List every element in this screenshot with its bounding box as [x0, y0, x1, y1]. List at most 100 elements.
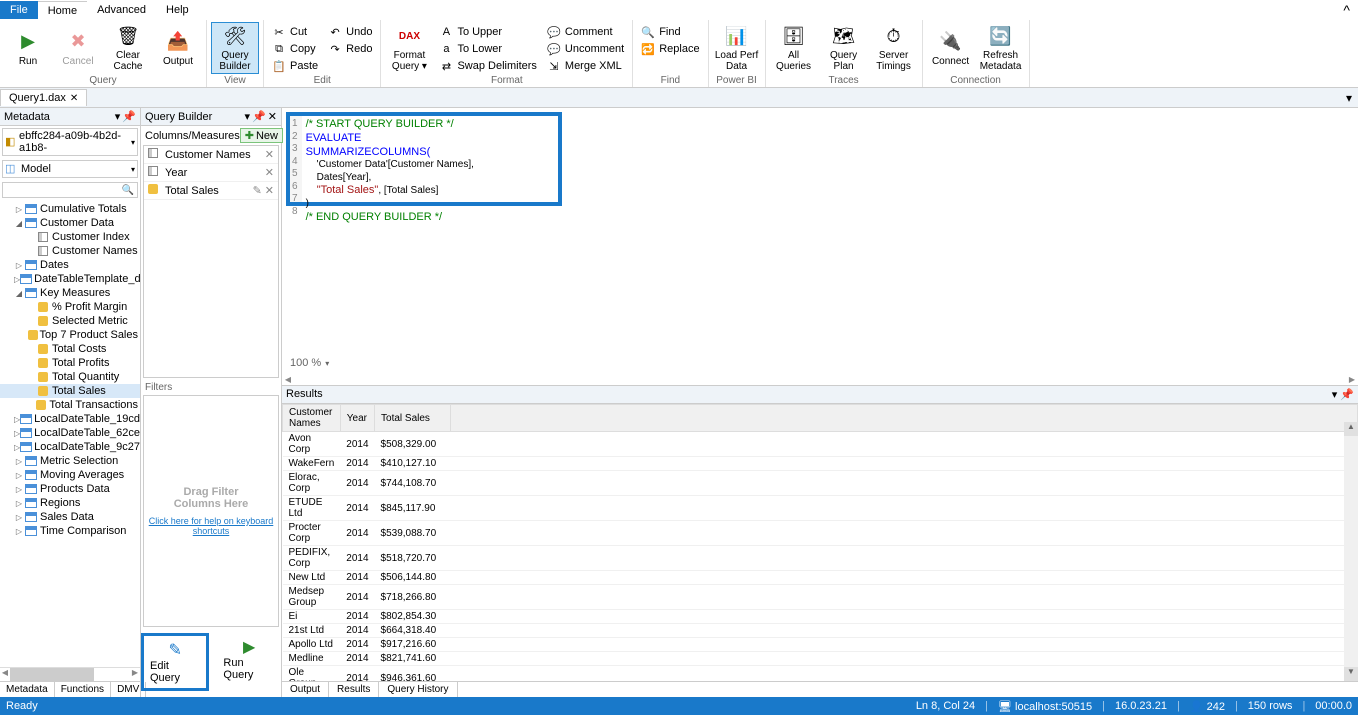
tree-col[interactable]: Customer Names [0, 244, 140, 258]
paste-button[interactable]: 📋Paste [268, 58, 322, 74]
tree-table[interactable]: ▷DateTableTemplate_d095fb [0, 272, 140, 286]
redo-button[interactable]: ↷Redo [324, 41, 376, 57]
find-button[interactable]: 🔍Find [637, 24, 703, 40]
tree-table[interactable]: ▷Moving Averages [0, 468, 140, 482]
run-button[interactable]: ▶Run [4, 22, 52, 74]
table-row[interactable]: Procter Corp2014$539,088.70 [283, 521, 1358, 546]
all-queries-button[interactable]: 🗄All Queries [770, 22, 818, 74]
to-upper-button[interactable]: ATo Upper [435, 24, 540, 40]
new-document-icon[interactable]: ▾ [1340, 91, 1358, 105]
database-selector[interactable]: ◧ ebffc284-a09b-4b2d-a1b8-▾ [2, 128, 138, 156]
menu-file[interactable]: File [0, 1, 38, 19]
table-row[interactable]: PEDIFIX, Corp2014$518,720.70 [283, 546, 1358, 571]
new-measure-button[interactable]: ✚New [240, 128, 283, 143]
pin2-icon[interactable]: 📌 [122, 110, 136, 123]
edit-query-button[interactable]: ✎ Edit Query [141, 633, 209, 691]
copy-button[interactable]: ⧉Copy [268, 41, 322, 57]
results-tab[interactable]: Query History [379, 682, 457, 697]
tree-measure[interactable]: Total Profits [0, 356, 140, 370]
tree-col[interactable]: Customer Index [0, 230, 140, 244]
comment-button[interactable]: 💬Comment [543, 24, 628, 40]
results-tab[interactable]: Output [282, 682, 329, 697]
chevron-down-icon[interactable]: ▾ [325, 359, 329, 368]
close-icon[interactable]: ✕ [268, 110, 277, 123]
tree-measure[interactable]: Total Transactions [0, 398, 140, 412]
metadata-hscroll[interactable]: ◀ ▶ [0, 667, 140, 681]
table-row[interactable]: Medsep Group2014$718,266.80 [283, 585, 1358, 610]
qb-item[interactable]: Year✕ [144, 164, 278, 182]
table-row[interactable]: WakeFern2014$410,127.10 [283, 457, 1358, 471]
filters-dropzone[interactable]: Drag Filter Columns Here Click here for … [143, 395, 279, 628]
table-row[interactable]: Elorac, Corp2014$744,108.70 [283, 471, 1358, 496]
tree-table[interactable]: ◢Key Measures [0, 286, 140, 300]
tree-measure[interactable]: Total Sales [0, 384, 140, 398]
connect-button[interactable]: 🔌Connect [927, 22, 975, 74]
menu-help[interactable]: Help [156, 1, 199, 19]
server-timings-button[interactable]: ⏱Server Timings [870, 22, 918, 74]
results-vscroll[interactable]: ▲ ▼ [1344, 422, 1358, 681]
to-lower-button[interactable]: aTo Lower [435, 41, 540, 57]
tree-table[interactable]: ▷Regions [0, 496, 140, 510]
ribbon-collapse-icon[interactable]: ^ [1335, 2, 1358, 18]
tree-table[interactable]: ▷LocalDateTable_19cdc2e1- [0, 412, 140, 426]
tree-measure[interactable]: Top 7 Product Sales [0, 328, 140, 342]
table-row[interactable]: 21st Ltd2014$664,318.40 [283, 624, 1358, 638]
table-row[interactable]: Apollo Ltd2014$917,216.60 [283, 638, 1358, 652]
query-builder-button[interactable]: 🛠Query Builder [211, 22, 259, 74]
menu-home[interactable]: Home [38, 1, 87, 20]
column-header[interactable]: Customer Names [283, 405, 341, 432]
table-row[interactable]: ETUDE Ltd2014$845,117.90 [283, 496, 1358, 521]
tree-measure[interactable]: Total Costs [0, 342, 140, 356]
tree-measure[interactable]: Selected Metric [0, 314, 140, 328]
results-grid[interactable]: Customer NamesYearTotal SalesAvon Corp20… [282, 404, 1358, 681]
uncomment-button[interactable]: 💬Uncomment [543, 41, 628, 57]
column-header[interactable]: Total Sales [375, 405, 451, 432]
table-row[interactable]: Medline2014$821,741.60 [283, 652, 1358, 666]
help-link[interactable]: Click here for help on keyboard shortcut… [144, 516, 278, 536]
scroll-left-icon[interactable]: ◀ [282, 375, 294, 384]
metadata-tab[interactable]: Functions [55, 682, 111, 697]
refresh-metadata-button[interactable]: 🔄Refresh Metadata [977, 22, 1025, 74]
qb-item[interactable]: Customer Names✕ [144, 146, 278, 164]
column-header[interactable]: Year [340, 405, 374, 432]
qb-item[interactable]: Total Sales✎✕ [144, 182, 278, 200]
tree-measure[interactable]: Total Quantity [0, 370, 140, 384]
pin-icon[interactable]: ▾ [115, 110, 121, 123]
close-icon[interactable]: ✕ [70, 93, 78, 104]
table-row[interactable]: Avon Corp2014$508,329.00 [283, 432, 1358, 457]
tree-table[interactable]: ▷LocalDateTable_9c27bc4b- [0, 440, 140, 454]
tree-table[interactable]: ▷Sales Data [0, 510, 140, 524]
replace-button[interactable]: 🔁Replace [637, 41, 703, 57]
code-content[interactable]: /* START QUERY BUILDER */EVALUATESUMMARI… [302, 116, 478, 202]
format-query-button[interactable]: DAXFormat Query ▾ [385, 22, 433, 74]
tree-table[interactable]: ▷LocalDateTable_62cef255-0 [0, 426, 140, 440]
undo-button[interactable]: ↶Undo [324, 24, 376, 40]
output-button[interactable]: 📤Output [154, 22, 202, 74]
scroll-down-icon[interactable]: ▼ [1344, 667, 1358, 681]
table-row[interactable]: New Ltd2014$506,144.80 [283, 571, 1358, 585]
tree-table[interactable]: ▷Dates [0, 258, 140, 272]
load-perf-button[interactable]: 📊Load Perf Data [713, 22, 761, 74]
query-plan-button[interactable]: 🗺Query Plan [820, 22, 868, 74]
qb-items-list[interactable]: Customer Names✕Year✕Total Sales✎✕ [143, 145, 279, 378]
table-row[interactable]: Ei2014$802,854.30 [283, 610, 1358, 624]
zoom-level[interactable]: 100 % [290, 357, 321, 369]
tree-table[interactable]: ▷Cumulative Totals [0, 202, 140, 216]
tree-table[interactable]: ◢Customer Data [0, 216, 140, 230]
scroll-up-icon[interactable]: ▲ [1344, 422, 1358, 436]
table-row[interactable]: Ole Group2014$946,361.60 [283, 666, 1358, 682]
results-tab[interactable]: Results [329, 682, 379, 697]
metadata-tab[interactable]: Metadata [0, 682, 55, 697]
cut-button[interactable]: ✂Cut [268, 24, 322, 40]
code-editor[interactable]: 12345678 /* START QUERY BUILDER */EVALUA… [286, 112, 562, 206]
swap-delim-button[interactable]: ⇄Swap Delimiters [435, 58, 540, 74]
tree-table[interactable]: ▷Metric Selection [0, 454, 140, 468]
scroll-right-icon[interactable]: ▶ [1346, 375, 1358, 384]
document-tab[interactable]: Query1.dax✕ [0, 89, 87, 106]
clear-cache-button[interactable]: 🗑Clear Cache [104, 22, 152, 74]
tree-table[interactable]: ▷Products Data [0, 482, 140, 496]
tree-table[interactable]: ▷Time Comparison [0, 524, 140, 538]
metadata-search[interactable]: 🔍 [2, 182, 138, 198]
run-query-button[interactable]: ▶ Run Query [217, 633, 281, 691]
merge-xml-button[interactable]: ⇲Merge XML [543, 58, 628, 74]
